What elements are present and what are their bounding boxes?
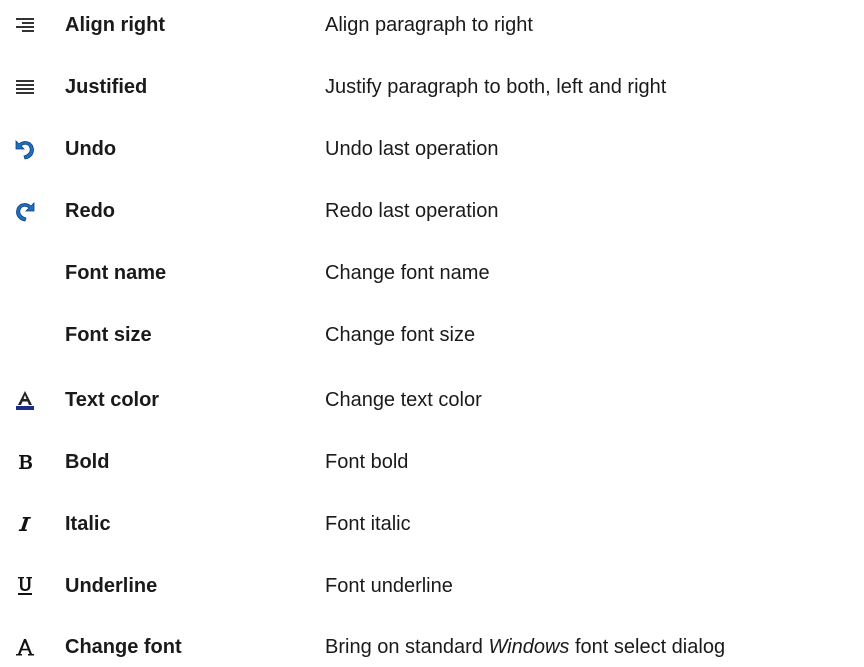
change-font-icon — [11, 635, 39, 659]
table-row-justified: Justified Justify paragraph to both, lef… — [0, 67, 864, 107]
row-name: Text color — [65, 389, 160, 411]
row-description: Font bold — [325, 451, 409, 473]
justify-icon — [11, 75, 39, 99]
row-name: Align right — [65, 14, 165, 36]
table-row-undo: Undo Undo last operation — [0, 129, 864, 169]
row-name: Redo — [65, 200, 115, 222]
table-row-font-size: Font size Change font size — [0, 315, 864, 355]
desc-text-post: font select dialog — [569, 636, 726, 658]
table-row-text-color: Text color Change text color — [0, 380, 864, 420]
row-name: Font size — [65, 324, 152, 346]
row-description: Change font size — [325, 324, 476, 346]
bold-icon — [11, 450, 39, 474]
row-description: Font underline — [325, 575, 453, 597]
desc-text-emphasis: Windows — [488, 636, 570, 658]
table-row-redo: Redo Redo last operation — [0, 191, 864, 231]
row-description: Justify paragraph to both, left and righ… — [325, 76, 667, 98]
table-row-change-font: Change font Bring on standard Windows fo… — [0, 627, 864, 667]
row-name: Font name — [65, 262, 167, 284]
row-description: Font italic — [325, 513, 411, 535]
row-name: Justified — [65, 76, 148, 98]
row-name: Undo — [65, 138, 117, 160]
redo-icon — [11, 199, 39, 223]
table-row-font-name: Font name Change font name — [0, 253, 864, 293]
row-name: Change font — [65, 636, 182, 658]
row-description: Redo last operation — [325, 200, 499, 222]
row-description: Align paragraph to right — [325, 14, 533, 36]
undo-icon — [11, 137, 39, 161]
table-row-align-right: Align right Align paragraph to right — [0, 5, 864, 45]
row-description: Change font name — [325, 262, 490, 284]
desc-text-pre: Bring on standard — [325, 636, 489, 658]
table-row-italic: Italic Font italic — [0, 504, 864, 544]
italic-icon — [11, 512, 39, 536]
row-name: Italic — [65, 513, 111, 535]
row-description: Undo last operation — [325, 138, 499, 160]
table-row-underline: Underline Font underline — [0, 566, 864, 606]
underline-icon — [11, 574, 39, 598]
row-description: Bring on standard Windows font select di… — [325, 627, 725, 667]
row-name: Bold — [65, 451, 110, 473]
table-row-bold: Bold Font bold — [0, 442, 864, 482]
text-color-icon — [11, 388, 39, 412]
align-right-icon — [11, 13, 39, 37]
row-name: Underline — [65, 575, 158, 597]
row-description: Change text color — [325, 389, 482, 411]
